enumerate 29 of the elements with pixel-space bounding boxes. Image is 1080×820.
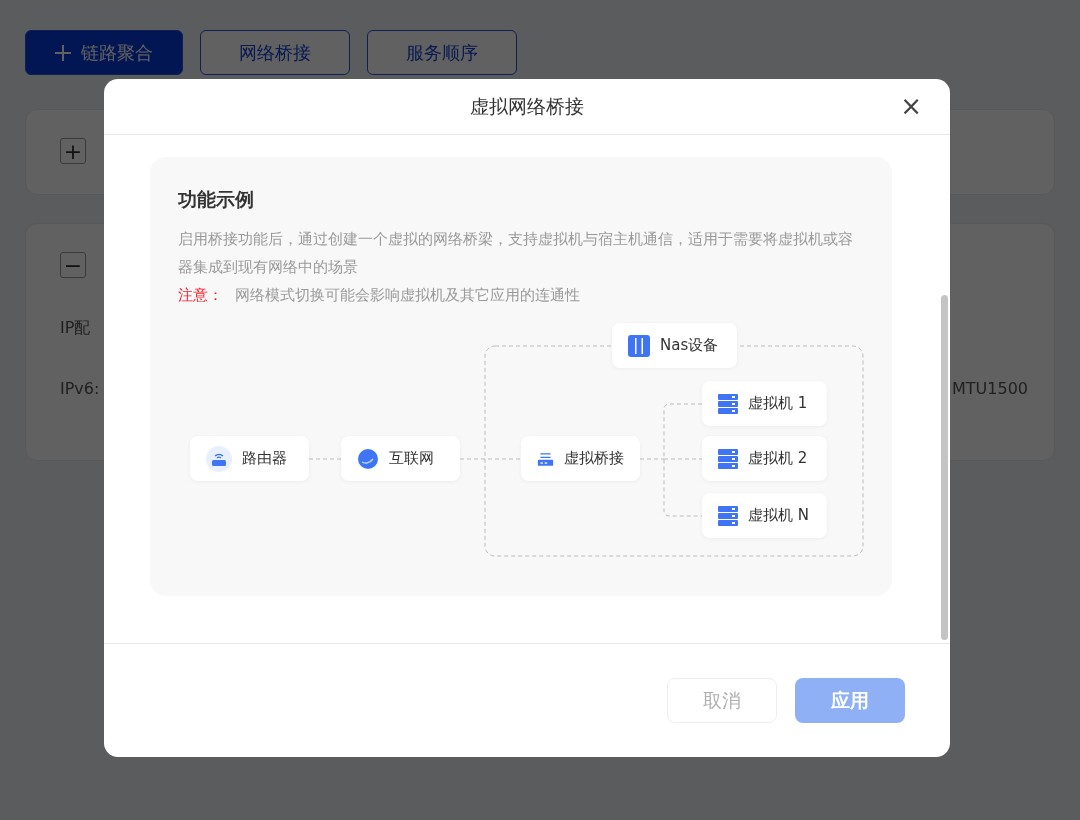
node-label: 虚拟机 1: [748, 394, 808, 413]
field-label: IP配: [60, 318, 91, 339]
node-label: 虚拟机 N: [748, 506, 809, 525]
nas-icon: [628, 334, 650, 357]
toggle-button[interactable]: −: [60, 252, 86, 278]
section-heading: 功能示例: [178, 187, 255, 212]
server-icon: [718, 505, 738, 526]
server-icon: [718, 448, 738, 469]
close-button[interactable]: ×: [900, 93, 922, 119]
field-value: MTU1500: [952, 379, 1028, 398]
router-icon: [206, 445, 232, 472]
toolbar-button[interactable]: 网络桥接: [200, 30, 350, 75]
note-text: 网络模式切换可能会影响虚拟机及其它应用的连通性: [235, 285, 580, 306]
toggle-button[interactable]: +: [60, 138, 86, 164]
node-label: 互联网: [389, 449, 434, 468]
plus-icon: [55, 44, 71, 61]
toolbar-button[interactable]: 服务顺序: [367, 30, 517, 75]
node-label: 虚拟机 2: [748, 449, 808, 468]
server-icon: [718, 393, 738, 414]
dialog-title: 虚拟网络桥接: [470, 93, 584, 119]
toolbar-button[interactable]: 链路聚合: [25, 30, 183, 75]
node-label: 虚拟桥接: [564, 449, 624, 468]
node-label: 路由器: [242, 449, 287, 468]
note-label: 注意：: [178, 285, 223, 306]
scrollbar[interactable]: [941, 295, 948, 640]
description-text: 启用桥接功能后，通过创建一个虚拟的网络桥梁，支持虚拟机与宿主机通信，适用于需要将虚拟机或容器集成到现有网络中的场景: [178, 229, 854, 278]
node-label: Nas设备: [660, 336, 719, 355]
field-label: IPv6:: [60, 379, 100, 398]
globe-icon: [357, 447, 379, 470]
